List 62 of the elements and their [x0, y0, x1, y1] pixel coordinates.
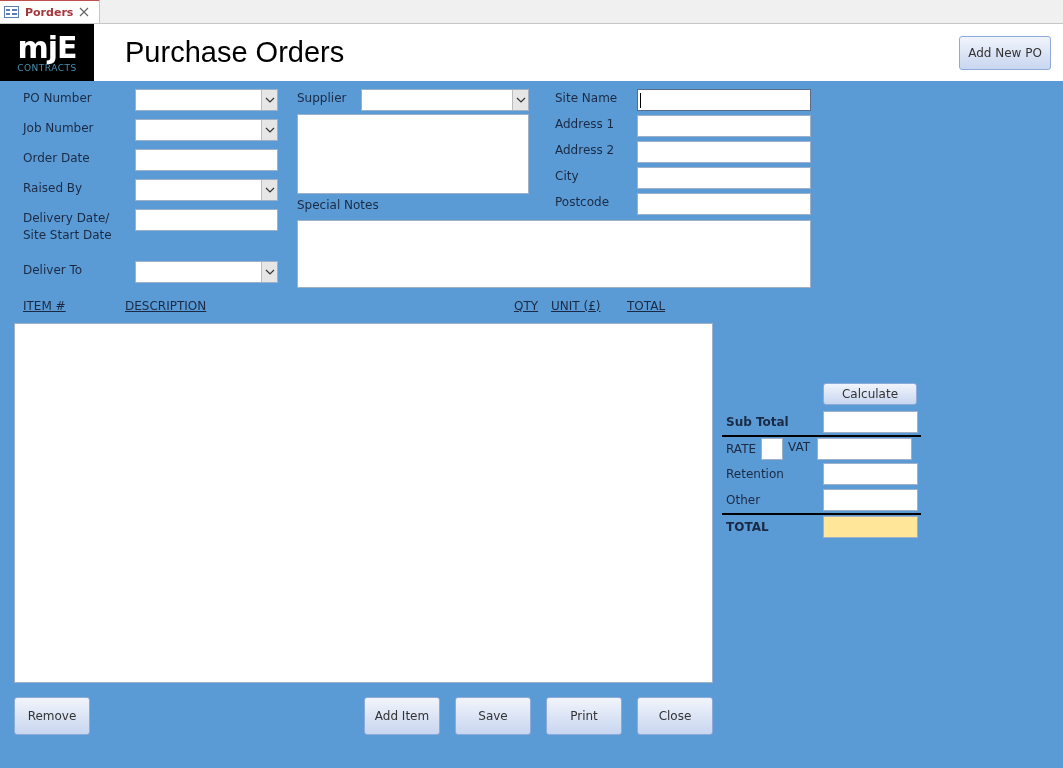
add-new-po-button[interactable]: Add New PO: [959, 35, 1051, 70]
input-field[interactable]: [637, 167, 811, 189]
action-button[interactable]: Close: [637, 697, 713, 735]
input-field[interactable]: [637, 193, 811, 215]
field-label: TOTAL: [726, 520, 770, 534]
field-label: Address 2: [555, 142, 616, 159]
rate-field[interactable]: [761, 438, 784, 460]
field-label: Supplier: [297, 90, 348, 107]
input-field[interactable]: [135, 149, 278, 171]
chevron-down-icon: [515, 97, 526, 103]
chevron-down-icon: [264, 187, 275, 193]
chevron-down-icon: [264, 127, 275, 133]
dropdown-field[interactable]: [135, 179, 278, 201]
field-label: PO Number: [23, 90, 93, 107]
column-header: TOTAL: [627, 299, 667, 315]
field-label: Job Number: [23, 120, 95, 137]
input-field[interactable]: [135, 209, 278, 231]
field-label: Special Notes: [297, 197, 380, 214]
tab-label: Porders: [25, 5, 74, 19]
field-label: Order Date: [23, 150, 91, 167]
field-label: Deliver To: [23, 262, 84, 279]
document-tab[interactable]: Porders: [0, 0, 100, 23]
input-field[interactable]: [823, 463, 918, 485]
special-notes-box[interactable]: [297, 220, 811, 288]
form-title: Purchase Orders: [125, 36, 346, 69]
field-label: Sub Total: [726, 415, 790, 429]
field-label: Raised By: [23, 180, 84, 197]
field-label: Retention: [726, 467, 785, 481]
field-label: Delivery Date/ Site Start Date: [23, 210, 113, 244]
field-label: Site Name: [555, 90, 619, 107]
input-field[interactable]: [817, 438, 913, 460]
field-label: City: [555, 168, 580, 185]
column-header: DESCRIPTION: [125, 299, 208, 315]
action-button[interactable]: Add Item: [364, 697, 440, 735]
input-field[interactable]: [637, 115, 811, 137]
field-label: VAT: [787, 439, 812, 454]
remove-button[interactable]: Remove: [14, 697, 90, 735]
input-field[interactable]: [637, 89, 811, 111]
column-header: UNIT (£): [551, 299, 602, 315]
column-header: ITEM #: [23, 299, 67, 315]
input-field[interactable]: [823, 489, 918, 511]
company-logo: mjE CONTRACTS: [0, 24, 94, 81]
input-field[interactable]: [637, 141, 811, 163]
field-label: Address 1: [555, 116, 616, 133]
supplier-details-box[interactable]: [297, 114, 529, 194]
dropdown-field[interactable]: [135, 119, 278, 141]
column-header: QTY: [514, 299, 540, 315]
total-field[interactable]: [823, 516, 918, 538]
field-label: Other: [726, 493, 762, 507]
chevron-down-icon: [264, 269, 275, 275]
close-icon[interactable]: [79, 7, 90, 17]
chevron-down-icon: [264, 97, 275, 103]
dropdown-field[interactable]: [361, 89, 529, 111]
calculate-button[interactable]: Calculate: [823, 383, 917, 405]
dropdown-field[interactable]: [135, 89, 278, 111]
action-button[interactable]: Print: [546, 697, 622, 735]
dropdown-field[interactable]: [135, 261, 278, 283]
input-field[interactable]: [823, 411, 918, 433]
field-label: RATE: [726, 442, 757, 456]
form-icon: [4, 6, 19, 18]
action-button[interactable]: Save: [455, 697, 531, 735]
field-label: Postcode: [555, 194, 611, 211]
